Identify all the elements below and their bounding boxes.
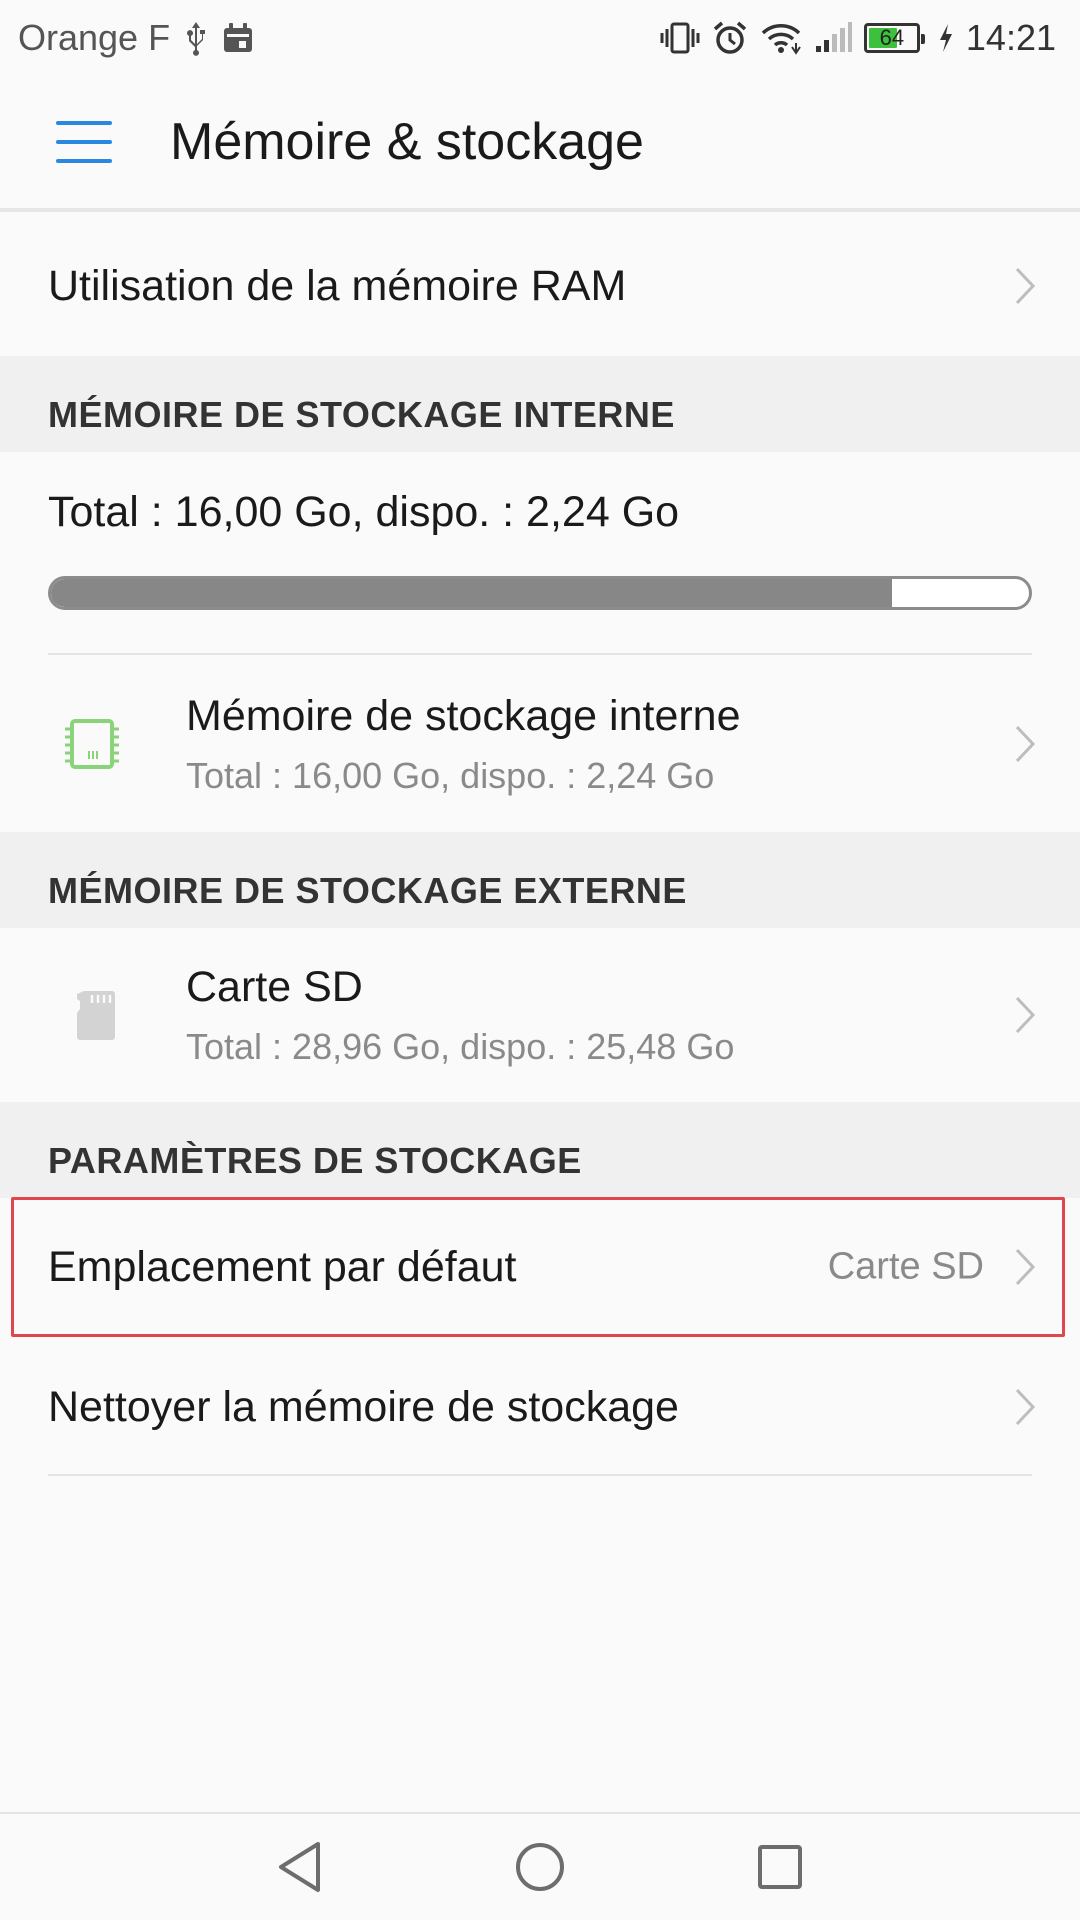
status-bar: Orange F 64 14:21: [0, 0, 1080, 76]
internal-storage-title: Mémoire de stockage interne: [186, 691, 741, 740]
app-bar: Mémoire & stockage: [0, 76, 1080, 212]
default-location-value: Carte SD: [827, 1245, 984, 1288]
chevron-right-icon: [1014, 724, 1036, 764]
status-left: Orange F: [18, 17, 254, 59]
clean-storage-label: Nettoyer la mémoire de stockage: [48, 1382, 679, 1431]
internal-storage-text: Mémoire de stockage interne Total : 16,0…: [186, 656, 741, 832]
chevron-right-icon: [1014, 1387, 1036, 1427]
ram-usage-label: Utilisation de la mémoire RAM: [48, 261, 627, 310]
battery-icon: 64: [863, 23, 925, 53]
default-location-row[interactable]: Emplacement par défaut Carte SD: [0, 1198, 1080, 1336]
home-icon[interactable]: [514, 1841, 566, 1893]
divider: [48, 1474, 1032, 1476]
storage-progress-bar: [48, 576, 1032, 610]
wifi-icon: [760, 21, 802, 55]
internal-storage-subtitle: Total : 16,00 Go, dispo. : 2,24 Go: [186, 754, 715, 796]
vibrate-icon: [660, 21, 700, 55]
alarm-icon: [712, 20, 748, 56]
clock: 14:21: [965, 17, 1056, 58]
chevron-right-icon: [1014, 266, 1036, 306]
menu-icon: [56, 121, 112, 163]
navigation-bar: [0, 1812, 1080, 1920]
storage-progress-fill: [51, 579, 893, 607]
status-right: 64 14:21: [660, 17, 1056, 59]
internal-storage-item[interactable]: Mémoire de stockage interne Total : 16,0…: [0, 656, 1080, 832]
signal-icon: [814, 22, 852, 54]
divider: [48, 653, 1032, 655]
sd-card-subtitle: Total : 28,96 Go, dispo. : 25,48 Go: [186, 1025, 735, 1067]
sd-card-title: Carte SD: [186, 962, 363, 1011]
chevron-right-icon: [1014, 1247, 1036, 1287]
section-header-external: MÉMOIRE DE STOCKAGE EXTERNE: [0, 832, 1080, 928]
default-location-label: Emplacement par défaut: [48, 1242, 517, 1291]
chevron-right-icon: [1014, 995, 1036, 1035]
usb-icon: [184, 20, 208, 56]
chip-icon: [62, 715, 122, 773]
menu-button[interactable]: [0, 74, 170, 210]
battery-level: 64: [879, 25, 905, 50]
ram-usage-row[interactable]: Utilisation de la mémoire RAM: [0, 216, 1080, 356]
calendar-icon: [222, 22, 254, 54]
carrier-name: Orange F: [18, 17, 171, 58]
back-icon[interactable]: [276, 1841, 324, 1893]
internal-storage-summary: Total : 16,00 Go, dispo. : 2,24 Go: [0, 452, 1080, 572]
sd-card-item[interactable]: Carte SD Total : 28,96 Go, dispo. : 25,4…: [0, 928, 1080, 1102]
section-header-settings: PARAMÈTRES DE STOCKAGE: [0, 1102, 1080, 1198]
page-title: Mémoire & stockage: [170, 113, 644, 171]
recents-icon[interactable]: [756, 1843, 804, 1891]
clean-storage-row[interactable]: Nettoyer la mémoire de stockage: [0, 1340, 1080, 1474]
sd-card-icon: [76, 989, 116, 1041]
charging-icon: [932, 23, 954, 53]
storage-summary-text: Total : 16,00 Go, dispo. : 2,24 Go: [48, 487, 680, 536]
section-header-internal: MÉMOIRE DE STOCKAGE INTERNE: [0, 356, 1080, 452]
sd-card-text: Carte SD Total : 28,96 Go, dispo. : 25,4…: [186, 928, 734, 1102]
